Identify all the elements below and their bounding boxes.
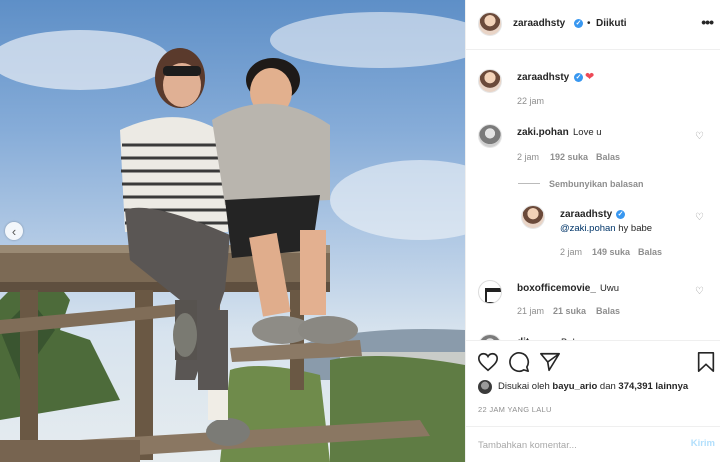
comment-username[interactable]: zaki.pohan [517,127,569,138]
caption-time[interactable]: 22 jam [517,96,544,106]
comment-reply-button[interactable]: Balas [596,306,620,316]
comment-bubble-icon[interactable] [508,351,530,373]
reply-mention-link[interactable]: @zaki.pohan [560,223,616,234]
liker-username[interactable]: bayu_ario [552,381,597,392]
likes-prefix: Disukai oleh [498,381,553,392]
comment-time[interactable]: 2 jam [517,152,539,162]
comment-like-heart-icon[interactable]: ♡ [695,132,704,142]
follow-status-button[interactable]: Diikuti [596,18,627,29]
verified-badge-icon: ✓ [616,210,625,219]
post-header: zaraadhsty ✓ • Diikuti ••• [466,0,720,50]
more-options-icon[interactable]: ••• [701,14,714,30]
caption-username[interactable]: zaraadhsty [517,72,569,83]
caption-avatar[interactable] [478,69,502,93]
commenter-avatar[interactable] [478,124,502,148]
reply-time[interactable]: 2 jam [560,247,582,257]
likes-middle: dan [597,381,619,392]
comment-time[interactable]: 21 jam [517,306,544,316]
comment-text: Uwu [600,283,620,294]
comment-likes[interactable]: 21 suka [553,306,586,316]
reply-likes[interactable]: 149 suka [592,247,630,257]
verified-badge-icon: ✓ [574,73,583,82]
post-comment-button[interactable]: Kirim [691,438,715,449]
chevron-left-icon: ‹ [11,223,17,239]
commenter-avatar[interactable] [478,280,502,304]
likes-count[interactable]: 374,391 lainnya [618,381,688,392]
liker-avatar[interactable] [478,380,492,394]
bookmark-icon[interactable] [695,351,717,373]
comment-bar: Kirim [466,426,720,462]
photo-illustration [0,12,465,462]
reply-like-heart-icon[interactable]: ♡ [695,213,704,223]
reply-body: hy babe [615,223,653,234]
likes-summary[interactable]: Disukai oleh bayu_ario dan 374,391 lainn… [498,381,688,392]
reply-username[interactable]: zaraadhsty [560,209,612,220]
replies-divider [518,183,540,184]
red-heart-emoji: ❤ [585,71,595,83]
comment-likes[interactable]: 192 suka [550,152,588,162]
comment-like-heart-icon[interactable]: ♡ [695,287,704,297]
heart-outline-icon[interactable] [477,351,499,373]
comment-input[interactable] [478,437,668,453]
post-date[interactable]: 22 JAM YANG LALU [478,405,552,414]
author-avatar[interactable] [478,12,502,36]
reply-avatar[interactable] [521,205,545,229]
prev-photo-button[interactable]: ‹ [5,222,23,240]
author-username[interactable]: zaraadhsty [513,18,565,29]
verified-badge-icon: ✓ [574,19,583,28]
comment-reply-button[interactable]: Balas [596,152,620,162]
post-photo[interactable]: ‹ [0,0,465,462]
post-actions: Disukai oleh bayu_ario dan 374,391 lainn… [466,340,720,462]
comment-text: Love u [573,127,602,138]
comment-username[interactable]: boxofficemovie_ [517,283,596,294]
post-side-panel: zaraadhsty ✓ • Diikuti ••• zaraadhsty ✓ … [465,0,720,462]
reply-reply-button[interactable]: Balas [638,247,662,257]
separator-dot: • [587,18,591,29]
paper-plane-icon[interactable] [539,351,561,373]
hide-replies-button[interactable]: Sembunyikan balasan [549,179,644,189]
reply-text: @zaki.pohan hy babe [560,223,652,234]
